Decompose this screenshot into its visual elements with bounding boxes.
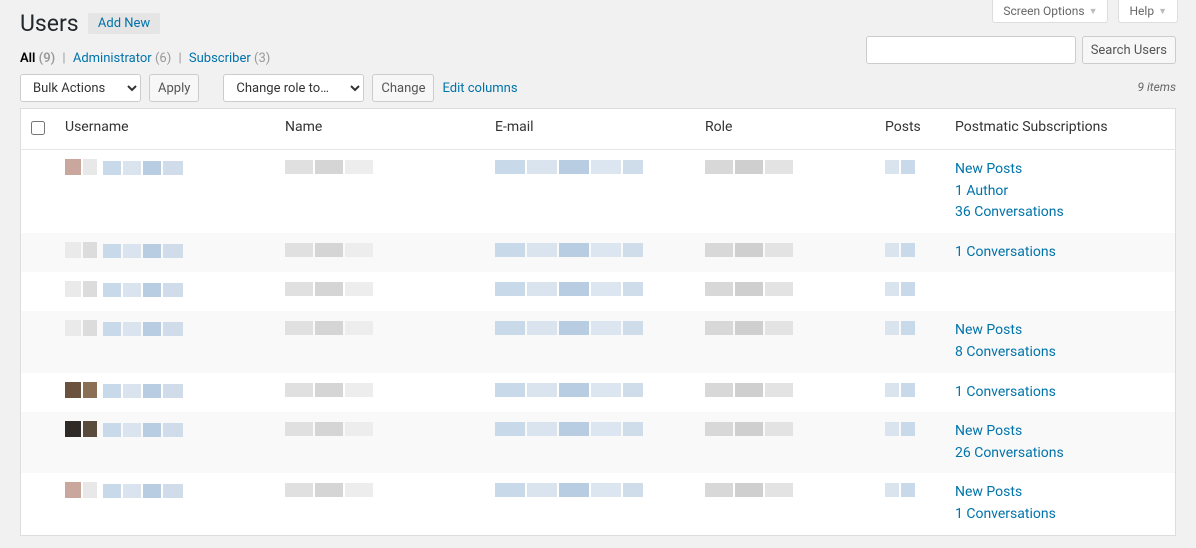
redacted-value (885, 160, 915, 174)
avatar (65, 422, 97, 436)
subscription-link[interactable]: 36 Conversations (955, 203, 1165, 223)
search-users-button[interactable]: Search Users (1082, 36, 1176, 64)
avatar (65, 243, 97, 257)
avatar (65, 321, 97, 335)
page-title: Users (20, 10, 79, 37)
redacted-value (103, 161, 183, 175)
screen-options-tab[interactable]: Screen Options ▼ (992, 0, 1108, 23)
redacted-value (885, 383, 915, 397)
table-row: New Posts1 Conversations (21, 473, 1176, 535)
redacted-value (705, 383, 793, 397)
filter-subscriber[interactable]: Subscriber (3) (189, 51, 270, 66)
redacted-value (885, 243, 915, 257)
redacted-value (103, 384, 183, 398)
subscription-link[interactable]: 26 Conversations (955, 444, 1165, 464)
redacted-value (495, 383, 643, 397)
redacted-value (495, 282, 643, 296)
redacted-value (705, 243, 793, 257)
caret-down-icon: ▼ (1158, 6, 1167, 17)
apply-button[interactable]: Apply (149, 74, 199, 102)
redacted-value (885, 483, 915, 497)
redacted-value (495, 483, 643, 497)
col-header-email[interactable]: E-mail (485, 109, 695, 150)
redacted-value (103, 423, 183, 437)
subscription-link[interactable]: 1 Conversations (955, 383, 1165, 403)
help-label: Help (1129, 4, 1154, 18)
redacted-value (103, 244, 183, 258)
avatar (65, 383, 97, 397)
table-row: New Posts1 Author36 Conversations (21, 150, 1176, 233)
redacted-value (103, 322, 183, 336)
help-tab[interactable]: Help ▼ (1118, 0, 1178, 23)
redacted-value (285, 321, 373, 335)
redacted-value (285, 160, 373, 174)
screen-options-label: Screen Options (1003, 4, 1084, 18)
redacted-value (285, 243, 373, 257)
filter-administrator[interactable]: Administrator (6) (73, 51, 171, 66)
avatar (65, 483, 97, 497)
table-row: New Posts26 Conversations (21, 412, 1176, 473)
redacted-value (885, 282, 915, 296)
select-all-checkbox[interactable] (31, 121, 45, 135)
redacted-value (705, 422, 793, 436)
edit-columns-link[interactable]: Edit columns (442, 81, 517, 96)
users-table: Username Name E-mail Role Posts Postmati… (20, 108, 1176, 536)
redacted-value (103, 484, 183, 498)
avatar (65, 160, 97, 174)
subscription-link[interactable]: New Posts (955, 422, 1165, 442)
col-header-role: Role (695, 109, 875, 150)
subscription-link[interactable]: 8 Conversations (955, 343, 1165, 363)
search-input[interactable] (866, 36, 1076, 64)
redacted-value (705, 321, 793, 335)
subscription-link[interactable]: 1 Author (955, 182, 1165, 202)
redacted-value (885, 422, 915, 436)
avatar (65, 282, 97, 296)
redacted-value (285, 422, 373, 436)
subscription-link[interactable]: New Posts (955, 160, 1165, 180)
redacted-value (495, 160, 643, 174)
redacted-value (285, 282, 373, 296)
col-header-subscriptions: Postmatic Subscriptions (945, 109, 1176, 150)
change-role-select[interactable]: Change role to… (223, 74, 364, 102)
caret-down-icon: ▼ (1089, 6, 1098, 17)
redacted-value (285, 383, 373, 397)
redacted-value (495, 321, 643, 335)
add-new-button[interactable]: Add New (88, 13, 160, 34)
change-button[interactable]: Change (372, 74, 434, 102)
redacted-value (705, 483, 793, 497)
table-row: 1 Conversations (21, 373, 1176, 413)
subscription-link[interactable]: 1 Conversations (955, 505, 1165, 525)
bulk-actions-select[interactable]: Bulk Actions (20, 74, 141, 102)
redacted-value (495, 422, 643, 436)
subscription-link[interactable]: New Posts (955, 483, 1165, 503)
redacted-value (705, 160, 793, 174)
filter-all[interactable]: All (9) (20, 51, 55, 66)
table-row: 1 Conversations (21, 233, 1176, 273)
table-row: New Posts8 Conversations (21, 311, 1176, 372)
table-row (21, 272, 1176, 311)
col-header-name[interactable]: Name (275, 109, 485, 150)
col-header-username[interactable]: Username (55, 109, 275, 150)
items-count: 9 items (1137, 80, 1176, 94)
redacted-value (705, 282, 793, 296)
redacted-value (285, 483, 373, 497)
col-header-posts: Posts (875, 109, 945, 150)
subscription-link[interactable]: New Posts (955, 321, 1165, 341)
redacted-value (885, 321, 915, 335)
redacted-value (495, 243, 643, 257)
redacted-value (103, 283, 183, 297)
subscription-link[interactable]: 1 Conversations (955, 243, 1165, 263)
